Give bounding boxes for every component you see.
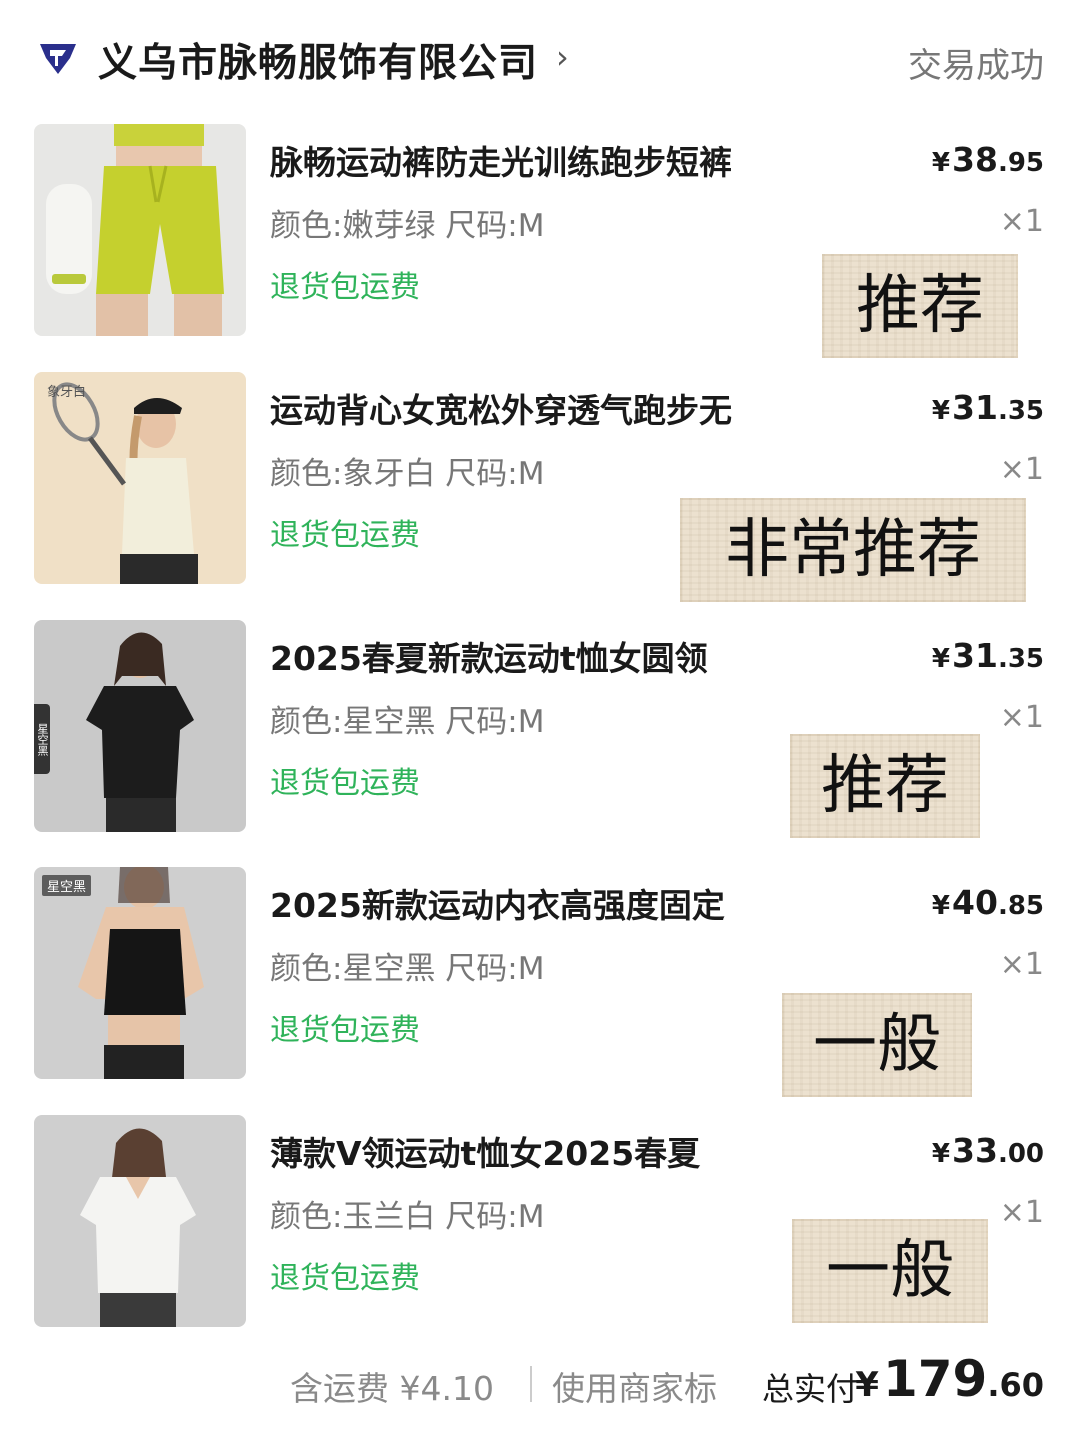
product-spec: 颜色:星空黑 尺码:M bbox=[270, 704, 545, 740]
shop-name[interactable]: 义乌市脉畅服饰有限公司 bbox=[98, 32, 538, 88]
rating-note: 非常推荐 bbox=[680, 498, 1026, 602]
return-shipping-badge: 退货包运费 bbox=[270, 1261, 420, 1296]
thumbnail-color-tag: 星空黑 bbox=[42, 875, 92, 896]
merchant-label[interactable]: 使用商家标 bbox=[552, 1362, 717, 1410]
product-quantity: ×1 bbox=[999, 700, 1044, 735]
order-status: 交易成功 bbox=[908, 46, 1044, 86]
product-title[interactable]: 2025春夏新款运动t恤女圆领 bbox=[270, 632, 830, 680]
rating-note: 一般 bbox=[782, 993, 972, 1097]
product-thumbnail[interactable]: 象牙白 bbox=[34, 372, 246, 584]
rating-note: 推荐 bbox=[822, 254, 1018, 358]
product-price: ¥38.95 bbox=[931, 140, 1044, 179]
product-price: ¥31.35 bbox=[931, 388, 1044, 427]
order-summary: 含运费 ¥4.10 使用商家标 总实付 ¥179.60 bbox=[0, 1350, 1080, 1420]
product-price: ¥33.00 bbox=[931, 1131, 1044, 1170]
order-item[interactable]: 脉畅运动裤防走光训练跑步短裤 颜色:嫩芽绿 尺码:M 退货包运费 ¥38.95 … bbox=[0, 124, 1080, 372]
rating-note: 一般 bbox=[792, 1219, 988, 1323]
product-quantity: ×1 bbox=[999, 947, 1044, 982]
return-shipping-badge: 退货包运费 bbox=[270, 1013, 420, 1048]
total-label: 总实付 bbox=[762, 1370, 859, 1408]
product-thumbnail[interactable]: 星空黑 bbox=[34, 620, 246, 832]
shipping-fee: 含运费 ¥4.10 bbox=[290, 1369, 494, 1408]
order-item[interactable]: 薄款V领运动t恤女2025春夏 颜色:玉兰白 尺码:M 退货包运费 ¥33.00… bbox=[0, 1115, 1080, 1363]
return-shipping-badge: 退货包运费 bbox=[270, 270, 420, 305]
rating-note: 推荐 bbox=[790, 734, 980, 838]
product-price: ¥31.35 bbox=[931, 636, 1044, 675]
product-title[interactable]: 2025新款运动内衣高强度固定 bbox=[270, 879, 830, 927]
product-quantity: ×1 bbox=[999, 204, 1044, 239]
shop-header: 义乌市脉畅服饰有限公司 › 交易成功 bbox=[0, 0, 1080, 118]
product-price: ¥40.85 bbox=[931, 883, 1044, 922]
order-item[interactable]: 星空黑 2025新款运动内衣高强度固定 颜色:星空黑 尺码:M 退货包运费 ¥4… bbox=[0, 867, 1080, 1115]
return-shipping-badge: 退货包运费 bbox=[270, 766, 420, 801]
product-title[interactable]: 脉畅运动裤防走光训练跑步短裤 bbox=[270, 136, 830, 184]
product-quantity: ×1 bbox=[999, 1195, 1044, 1230]
product-title[interactable]: 薄款V领运动t恤女2025春夏 bbox=[270, 1127, 830, 1175]
product-spec: 颜色:嫩芽绿 尺码:M bbox=[270, 208, 545, 244]
order-item[interactable]: 星空黑 2025春夏新款运动t恤女圆领 颜色:星空黑 尺码:M 退货包运费 ¥3… bbox=[0, 620, 1080, 868]
product-thumbnail[interactable] bbox=[34, 124, 246, 336]
product-thumbnail[interactable]: 星空黑 bbox=[34, 867, 246, 1079]
order-item[interactable]: 象牙白 运动背心女宽松外穿透气跑步无 颜色:象牙白 尺码:M 退货包运费 ¥31… bbox=[0, 372, 1080, 620]
product-spec: 颜色:星空黑 尺码:M bbox=[270, 951, 545, 987]
product-spec: 颜色:象牙白 尺码:M bbox=[270, 456, 545, 492]
thumbnail-side-tag: 星空黑 bbox=[34, 704, 50, 774]
chevron-right-icon[interactable]: › bbox=[556, 38, 569, 76]
total-paid: ¥179.60 bbox=[855, 1350, 1044, 1408]
return-shipping-badge: 退货包运费 bbox=[270, 518, 420, 553]
product-title[interactable]: 运动背心女宽松外穿透气跑步无 bbox=[270, 384, 830, 432]
product-thumbnail[interactable] bbox=[34, 1115, 246, 1327]
product-spec: 颜色:玉兰白 尺码:M bbox=[270, 1199, 545, 1235]
divider bbox=[530, 1366, 532, 1402]
thumbnail-color-tag: 象牙白 bbox=[47, 385, 87, 400]
product-quantity: ×1 bbox=[999, 452, 1044, 487]
shop-logo-icon bbox=[40, 44, 76, 74]
